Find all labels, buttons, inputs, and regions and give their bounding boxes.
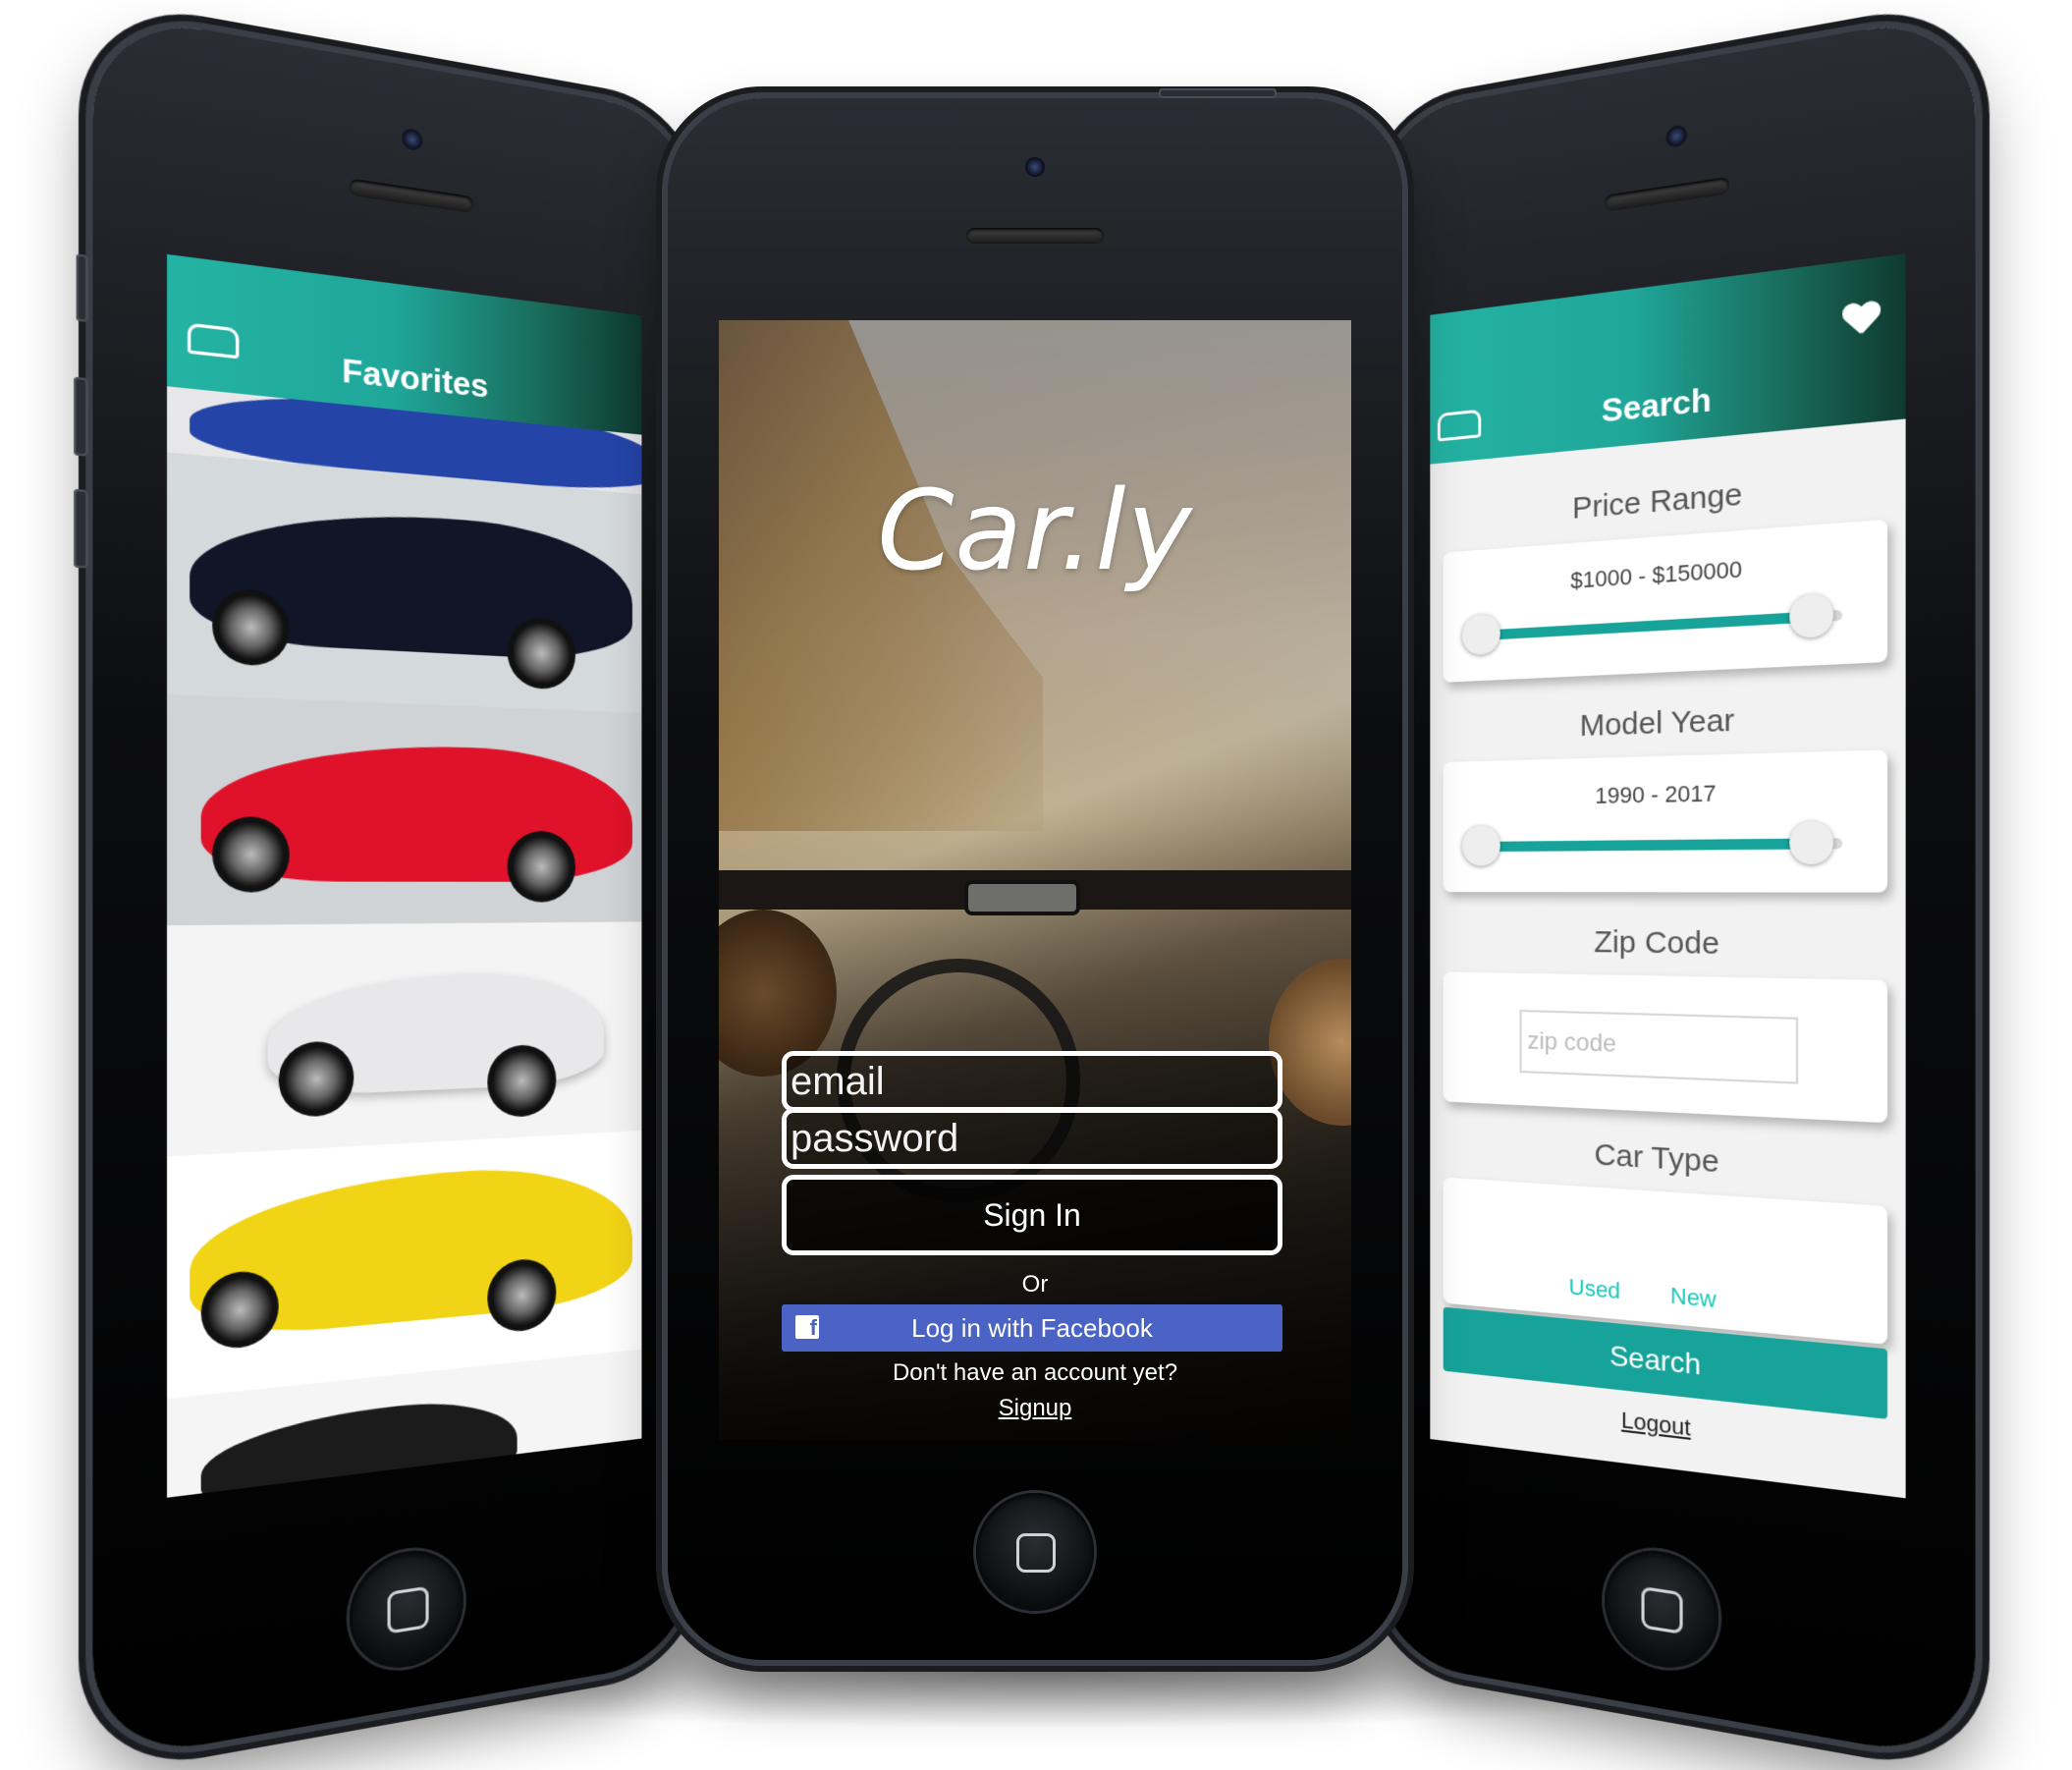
car-wheel bbox=[212, 815, 290, 893]
facebook-login-label: Log in with Facebook bbox=[911, 1313, 1153, 1343]
no-account-text: Don't have an account yet? bbox=[892, 1359, 1178, 1386]
volume-down-button bbox=[74, 488, 88, 569]
password-input[interactable]: password bbox=[782, 1108, 1282, 1169]
car-type-used-option[interactable]: Used bbox=[1569, 1274, 1621, 1305]
price-max-handle[interactable] bbox=[1789, 592, 1834, 639]
password-placeholder: password bbox=[791, 1117, 959, 1160]
phone-favorites: Favorites bbox=[74, 10, 693, 1764]
model-year-label: Model Year bbox=[1579, 702, 1735, 744]
search-title: Search bbox=[1601, 380, 1712, 430]
model-year-fill bbox=[1481, 838, 1812, 853]
email-input[interactable]: email bbox=[782, 1051, 1282, 1112]
phone-search: Search Price Range $1000 - $150000 Model… bbox=[1375, 10, 1976, 1764]
earpiece-speaker bbox=[966, 228, 1104, 244]
search-header: Search bbox=[1430, 253, 1906, 465]
sign-in-button[interactable]: Sign In bbox=[782, 1175, 1282, 1255]
model-year-slider[interactable] bbox=[1461, 820, 1843, 866]
model-year-card: 1990 - 2017 bbox=[1443, 749, 1888, 893]
home-button[interactable] bbox=[976, 1493, 1094, 1611]
login-screen: Car.ly email password Sign In Or f Log i… bbox=[719, 320, 1351, 1440]
facebook-login-button[interactable]: f Log in with Facebook bbox=[782, 1304, 1282, 1352]
heart-icon[interactable] bbox=[1842, 301, 1881, 338]
signup-link[interactable]: Signup bbox=[719, 1395, 1351, 1422]
earpiece-speaker bbox=[349, 178, 474, 214]
year-min-handle[interactable] bbox=[1461, 825, 1500, 866]
price-range-slider[interactable] bbox=[1461, 592, 1843, 656]
background-rearview-mirror bbox=[964, 880, 1080, 915]
price-range-value: $1000 - $150000 bbox=[1570, 555, 1743, 594]
price-range-card: $1000 - $150000 bbox=[1443, 519, 1888, 683]
search-screen: Search Price Range $1000 - $150000 Model… bbox=[1430, 253, 1906, 1499]
car-type-new-option[interactable]: New bbox=[1670, 1282, 1717, 1313]
or-separator: Or bbox=[1021, 1271, 1049, 1298]
front-camera bbox=[1025, 157, 1045, 177]
zip-code-input[interactable]: zip code bbox=[1519, 1010, 1799, 1084]
car-wheel bbox=[507, 830, 576, 903]
front-camera bbox=[1665, 124, 1687, 149]
phone-login: Car.ly email password Sign In Or f Log i… bbox=[668, 88, 1402, 1660]
price-range-fill bbox=[1481, 611, 1812, 641]
price-min-handle[interactable] bbox=[1461, 613, 1500, 656]
car-wheel bbox=[487, 1043, 557, 1119]
favorite-car-3[interactable] bbox=[167, 693, 642, 930]
model-year-value: 1990 - 2017 bbox=[1595, 780, 1717, 809]
facebook-icon: f bbox=[795, 1315, 819, 1340]
volume-up-button bbox=[74, 376, 88, 457]
zip-code-card: zip code bbox=[1443, 971, 1888, 1124]
front-camera bbox=[402, 127, 423, 152]
mute-switch bbox=[76, 253, 88, 323]
car-wheel bbox=[278, 1040, 354, 1119]
home-button[interactable] bbox=[1605, 1543, 1719, 1677]
year-max-handle[interactable] bbox=[1789, 820, 1834, 865]
earpiece-speaker bbox=[1605, 176, 1729, 212]
favorite-car-2[interactable] bbox=[167, 452, 642, 717]
app-logo: Car.ly bbox=[877, 468, 1193, 595]
car-image bbox=[200, 1392, 518, 1498]
power-button bbox=[1159, 88, 1277, 98]
email-placeholder: email bbox=[791, 1060, 885, 1103]
zip-code-label: Zip Code bbox=[1594, 924, 1719, 962]
favorites-screen: Favorites bbox=[167, 253, 642, 1498]
favorite-car-4[interactable] bbox=[167, 921, 642, 1161]
home-button[interactable] bbox=[349, 1543, 463, 1677]
